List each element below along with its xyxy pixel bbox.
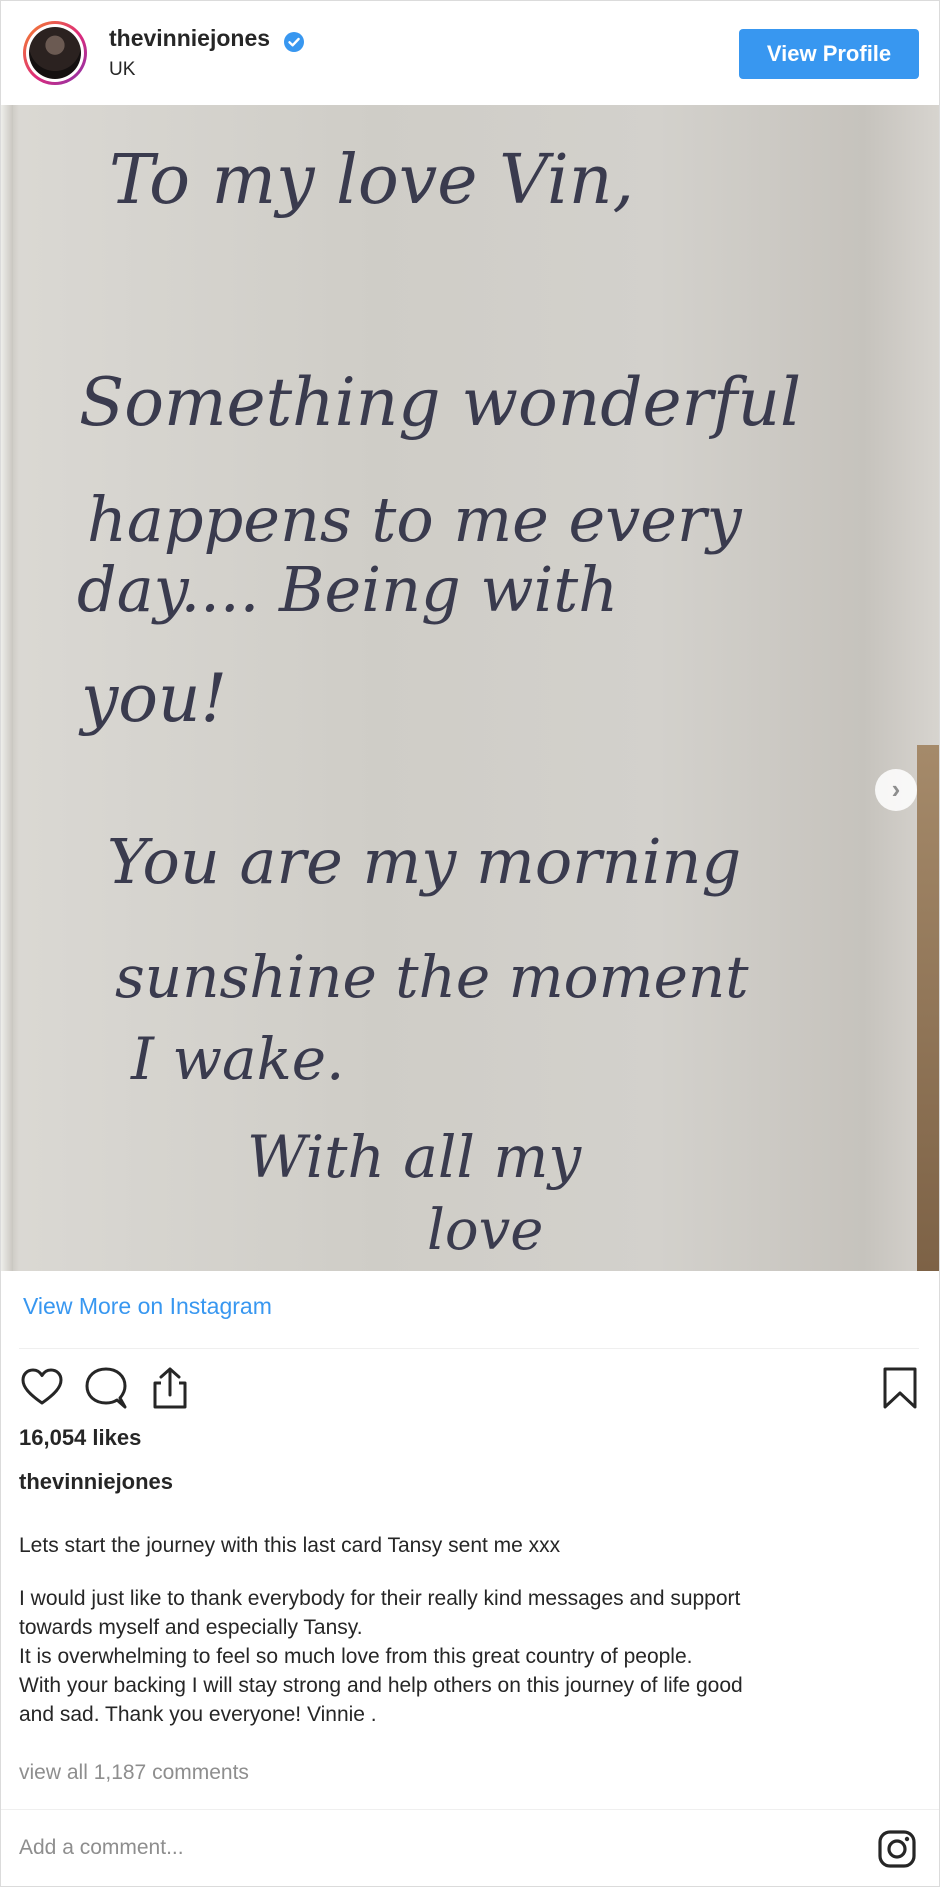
divider — [1, 1809, 939, 1810]
instagram-logo-icon[interactable] — [877, 1829, 917, 1869]
avatar-photo — [29, 27, 81, 79]
caption-line: I would just like to thank everybody for… — [19, 1587, 741, 1610]
handwriting-line: You are my morning — [107, 825, 741, 898]
caption-text: Lets start the journey with this last ca… — [19, 1531, 919, 1753]
handwriting-line: sunshine the moment — [115, 943, 749, 1011]
handwriting-line: Something wonderful — [79, 364, 801, 441]
view-more-link[interactable]: View More on Instagram — [23, 1293, 272, 1320]
handwriting-line: To my love Vin, — [109, 141, 634, 220]
header-location[interactable]: UK — [109, 59, 135, 81]
caption-paragraph: I would just like to thank everybody for… — [19, 1584, 919, 1729]
view-comments-link[interactable]: view all 1,187 comments — [19, 1761, 249, 1785]
handwritten-note: To my love Vin, Something wonderful happ… — [77, 141, 801, 1263]
likes-count[interactable]: 16,054 likes — [19, 1425, 141, 1451]
verified-badge-icon — [284, 32, 304, 52]
heart-icon[interactable] — [19, 1365, 65, 1411]
chevron-right-icon: › — [891, 774, 901, 804]
handwriting-line: I wake. — [130, 1025, 344, 1093]
avatar[interactable] — [23, 21, 87, 85]
divider — [19, 1348, 919, 1349]
handwriting-line: love — [427, 1198, 543, 1263]
post-photo[interactable]: To my love Vin, Something wonderful happ… — [1, 105, 939, 1271]
caption-line: It is overwhelming to feel so much love … — [19, 1645, 693, 1668]
post-header: thevinniejones UK View Profile — [1, 1, 939, 106]
caption-line: towards myself and especially Tansy. — [19, 1616, 363, 1639]
bookmark-icon[interactable] — [877, 1365, 923, 1411]
view-profile-button[interactable]: View Profile — [739, 29, 919, 79]
share-icon[interactable] — [147, 1365, 193, 1411]
add-comment-input[interactable] — [19, 1829, 839, 1867]
handwriting-line: you! — [78, 660, 227, 737]
instagram-embed: thevinniejones UK View Profile To my lov… — [0, 0, 940, 1887]
handwriting-line: happens to me every — [87, 483, 743, 556]
comment-icon[interactable] — [83, 1365, 129, 1411]
avatar-ring — [26, 24, 84, 82]
handwriting-line: day.... Being with — [77, 553, 618, 626]
header-username[interactable]: thevinniejones — [109, 25, 270, 52]
caption-line: With your backing I will stay strong and… — [19, 1674, 743, 1697]
caption-username[interactable]: thevinniejones — [19, 1469, 173, 1495]
caption-paragraph: Lets start the journey with this last ca… — [19, 1534, 561, 1557]
carousel-next-button[interactable]: › — [875, 769, 917, 811]
handwriting-line: With all my — [247, 1123, 582, 1191]
caption-line: and sad. Thank you everyone! Vinnie . — [19, 1703, 377, 1726]
